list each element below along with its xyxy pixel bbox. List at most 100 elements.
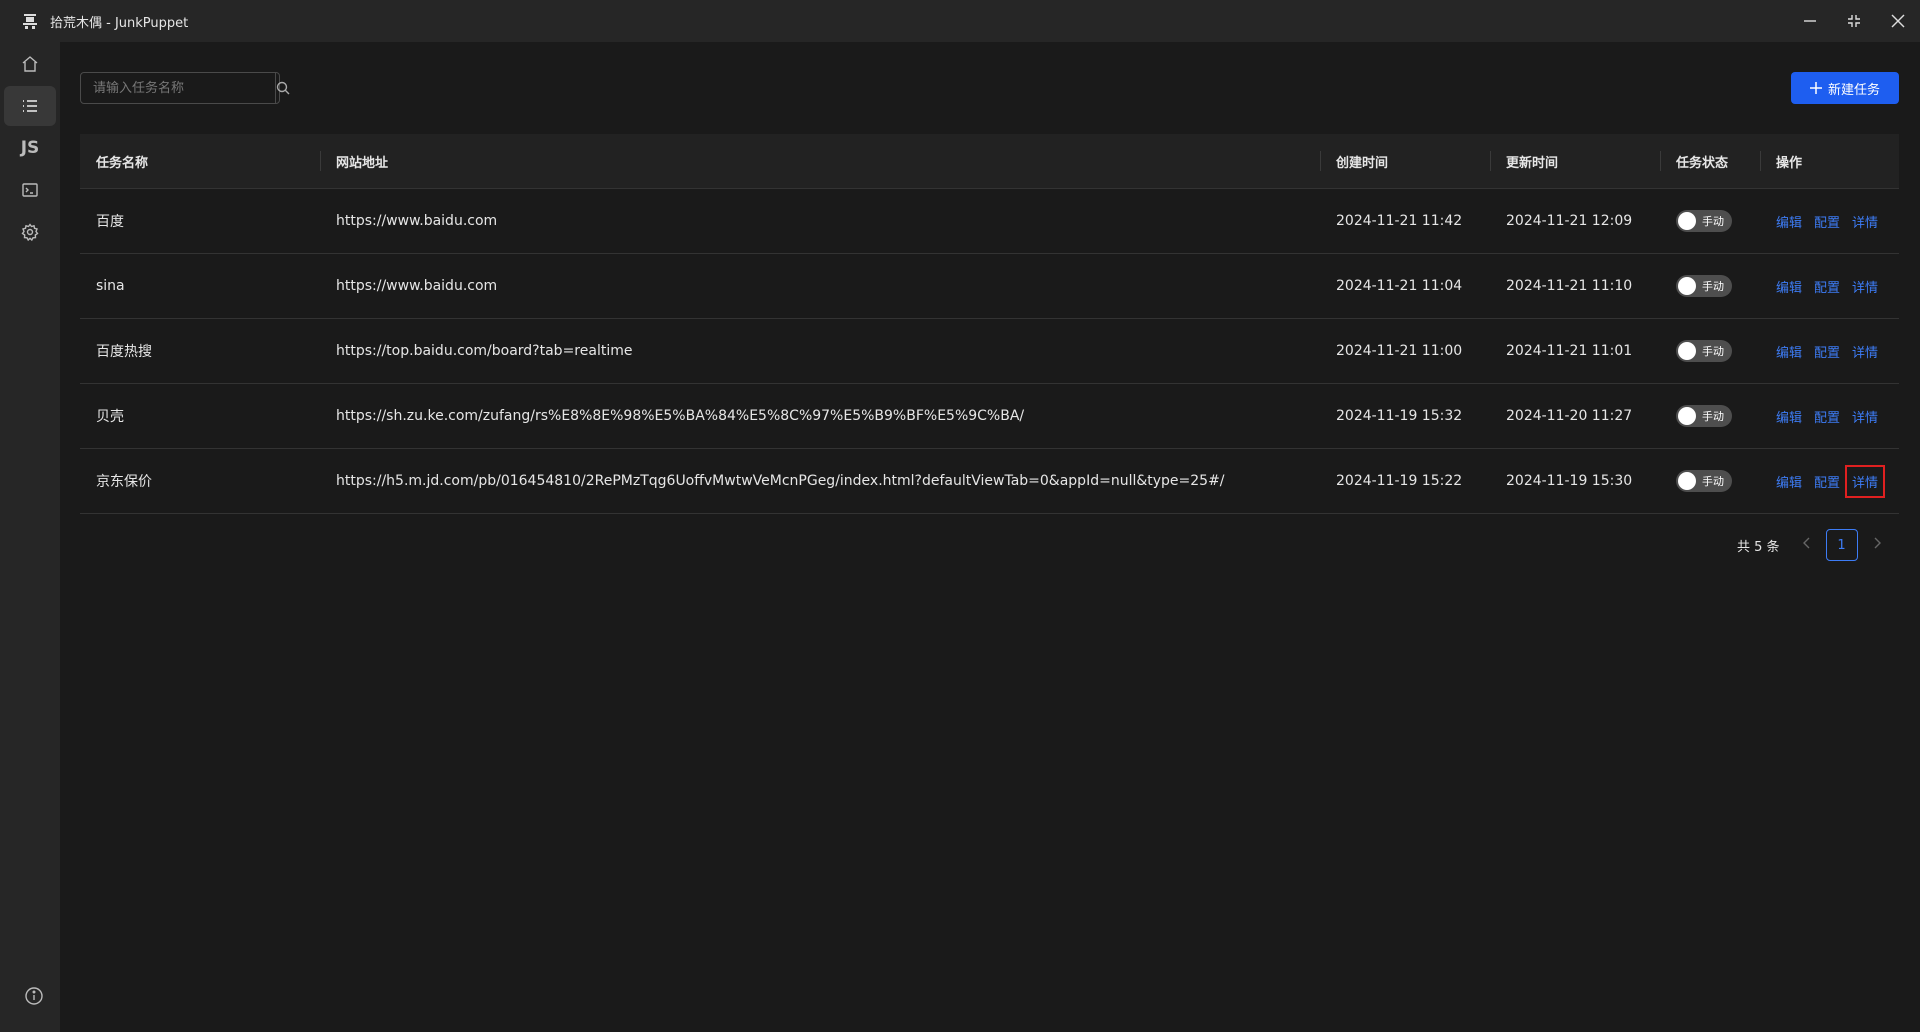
toggle-knob bbox=[1678, 407, 1696, 425]
task-table: 任务名称 网站地址 创建时间 更新时间 任务状态 操作 百度 https://w… bbox=[80, 134, 1899, 514]
window-title: 拾荒木偶 - JunkPuppet bbox=[50, 15, 189, 31]
detail-link[interactable]: 详情 bbox=[1852, 407, 1878, 426]
updated-time: 2024-11-21 11:10 bbox=[1506, 278, 1633, 294]
edit-link[interactable]: 编辑 bbox=[1776, 212, 1802, 231]
status-toggle[interactable]: 手动 bbox=[1676, 340, 1732, 362]
task-url: https://www.baidu.com bbox=[336, 278, 498, 294]
table-header: 任务名称 网站地址 创建时间 更新时间 任务状态 操作 bbox=[80, 134, 1899, 189]
detail-link[interactable]: 详情 bbox=[1852, 212, 1878, 231]
edit-link[interactable]: 编辑 bbox=[1776, 407, 1802, 426]
page-button[interactable]: 1 bbox=[1825, 529, 1858, 561]
status-toggle[interactable]: 手动 bbox=[1676, 470, 1732, 492]
config-link[interactable]: 配置 bbox=[1814, 212, 1840, 231]
actions-cell: 编辑 配置 详情 bbox=[1760, 319, 1899, 383]
header-status: 任务状态 bbox=[1660, 134, 1760, 188]
task-name: 京东保价 bbox=[96, 474, 152, 490]
maximize-button[interactable] bbox=[1832, 0, 1876, 42]
status-cell: 手动 bbox=[1660, 449, 1760, 513]
status-toggle[interactable]: 手动 bbox=[1676, 275, 1732, 297]
sidebar: JS bbox=[0, 42, 60, 1032]
toggle-label: 手动 bbox=[1702, 215, 1724, 228]
status-cell: 手动 bbox=[1660, 319, 1760, 383]
toggle-knob bbox=[1678, 212, 1696, 230]
task-url: https://h5.m.jd.com/pb/016454810/2RePMzT… bbox=[336, 473, 1225, 489]
minimize-button[interactable] bbox=[1788, 0, 1832, 42]
js-label: JS bbox=[20, 138, 40, 158]
actions-cell: 编辑 配置 详情 bbox=[1760, 189, 1899, 253]
sidebar-item-settings[interactable] bbox=[4, 212, 56, 252]
updated-time: 2024-11-20 11:27 bbox=[1506, 408, 1633, 424]
updated-time: 2024-11-21 12:09 bbox=[1506, 213, 1633, 229]
search-box bbox=[80, 72, 290, 104]
window-controls bbox=[1788, 0, 1920, 42]
toggle-label: 手动 bbox=[1702, 280, 1724, 293]
status-cell: 手动 bbox=[1660, 254, 1760, 318]
sidebar-item-home[interactable] bbox=[4, 44, 56, 84]
search-input[interactable] bbox=[81, 73, 275, 103]
table-row: sina https://www.baidu.com 2024-11-21 11… bbox=[80, 254, 1899, 319]
toggle-label: 手动 bbox=[1702, 475, 1724, 488]
table-row: 贝壳 https://sh.zu.ke.com/zufang/rs%E8%8E%… bbox=[80, 384, 1899, 449]
next-page-button[interactable] bbox=[1872, 537, 1882, 553]
toggle-knob bbox=[1678, 472, 1696, 490]
sidebar-item-tasks[interactable] bbox=[4, 86, 56, 126]
main-content: 新建任务 任务名称 网站地址 创建时间 更新时间 任务状态 操作 百度 http… bbox=[60, 42, 1920, 1032]
info-icon bbox=[25, 987, 43, 1005]
created-time: 2024-11-21 11:00 bbox=[1336, 343, 1463, 359]
header-actions: 操作 bbox=[1760, 134, 1899, 188]
task-name: 百度 bbox=[96, 214, 124, 230]
chevron-right-icon bbox=[1874, 537, 1881, 549]
gear-icon bbox=[21, 223, 39, 241]
about-button[interactable] bbox=[8, 976, 60, 1016]
prev-page-button[interactable] bbox=[1802, 537, 1812, 553]
sidebar-item-terminal[interactable] bbox=[4, 170, 56, 210]
actions-cell: 编辑 配置 详情 bbox=[1760, 449, 1899, 513]
new-task-button[interactable]: 新建任务 bbox=[1791, 72, 1899, 104]
edit-link[interactable]: 编辑 bbox=[1776, 277, 1802, 296]
task-url: https://sh.zu.ke.com/zufang/rs%E8%8E%98%… bbox=[336, 408, 1025, 424]
close-button[interactable] bbox=[1876, 0, 1920, 42]
detail-link[interactable]: 详情 bbox=[1845, 464, 1886, 498]
toggle-knob bbox=[1678, 277, 1696, 295]
created-time: 2024-11-19 15:32 bbox=[1336, 408, 1463, 424]
title-bar: 拾荒木偶 - JunkPuppet bbox=[0, 0, 1920, 42]
status-toggle[interactable]: 手动 bbox=[1676, 210, 1732, 232]
toggle-label: 手动 bbox=[1702, 410, 1724, 423]
status-cell: 手动 bbox=[1660, 384, 1760, 448]
pagination: 共 5 条 1 bbox=[1737, 529, 1882, 561]
status-toggle[interactable]: 手动 bbox=[1676, 405, 1732, 427]
created-time: 2024-11-21 11:04 bbox=[1336, 278, 1463, 294]
close-icon bbox=[1891, 14, 1905, 28]
detail-link[interactable]: 详情 bbox=[1852, 277, 1878, 296]
search-button[interactable] bbox=[275, 73, 290, 103]
created-time: 2024-11-19 15:22 bbox=[1336, 473, 1463, 489]
updated-time: 2024-11-21 11:01 bbox=[1506, 343, 1633, 359]
task-name: 贝壳 bbox=[96, 409, 124, 425]
sidebar-item-js[interactable]: JS bbox=[4, 128, 56, 168]
task-url: https://top.baidu.com/board?tab=realtime bbox=[336, 343, 633, 359]
detail-link[interactable]: 详情 bbox=[1852, 342, 1878, 361]
header-created: 创建时间 bbox=[1320, 134, 1490, 188]
header-url: 网站地址 bbox=[320, 134, 1320, 188]
toggle-label: 手动 bbox=[1702, 345, 1724, 358]
task-url: https://www.baidu.com bbox=[336, 213, 498, 229]
plus-icon bbox=[1809, 82, 1822, 94]
task-name: sina bbox=[96, 278, 125, 294]
config-link[interactable]: 配置 bbox=[1814, 342, 1840, 361]
new-task-label: 新建任务 bbox=[1827, 82, 1880, 98]
header-task-name: 任务名称 bbox=[96, 155, 149, 171]
table-row: 百度 https://www.baidu.com 2024-11-21 11:4… bbox=[80, 189, 1899, 254]
config-link[interactable]: 配置 bbox=[1814, 472, 1840, 491]
edit-link[interactable]: 编辑 bbox=[1776, 472, 1802, 491]
config-link[interactable]: 配置 bbox=[1814, 277, 1840, 296]
config-link[interactable]: 配置 bbox=[1814, 407, 1840, 426]
list-icon bbox=[23, 100, 37, 112]
table-row: 京东保价 https://h5.m.jd.com/pb/016454810/2R… bbox=[80, 449, 1899, 514]
minimize-icon bbox=[1804, 20, 1816, 22]
terminal-icon bbox=[22, 183, 38, 197]
actions-cell: 编辑 配置 详情 bbox=[1760, 254, 1899, 318]
table-row: 百度热搜 https://top.baidu.com/board?tab=rea… bbox=[80, 319, 1899, 384]
search-icon bbox=[276, 81, 290, 95]
edit-link[interactable]: 编辑 bbox=[1776, 342, 1802, 361]
header-updated: 更新时间 bbox=[1490, 134, 1660, 188]
